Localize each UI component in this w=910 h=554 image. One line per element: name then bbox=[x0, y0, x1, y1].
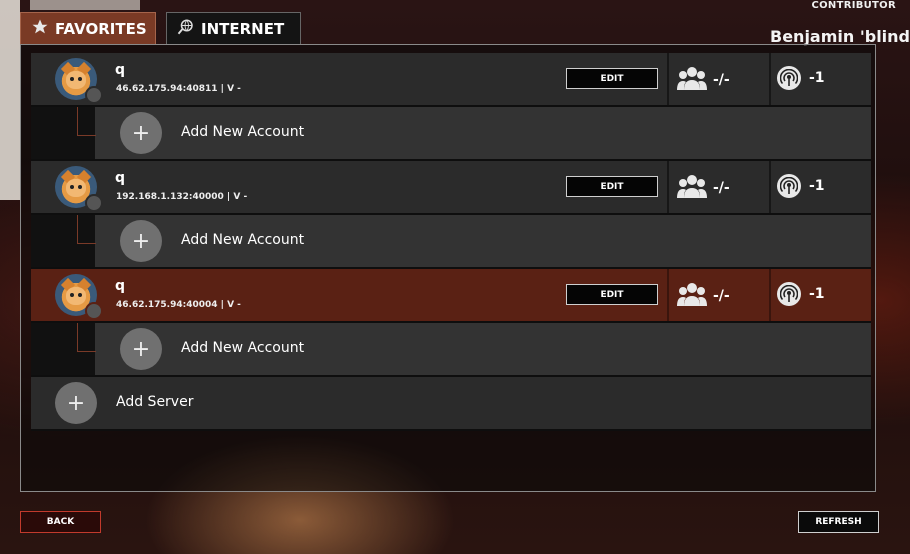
ping-value: -1 bbox=[809, 70, 825, 86]
players-icon bbox=[677, 282, 707, 310]
edit-button[interactable]: EDIT bbox=[566, 68, 658, 89]
status-dot bbox=[85, 194, 103, 212]
divider bbox=[769, 53, 771, 105]
back-button[interactable]: BACK bbox=[20, 511, 101, 533]
server-list-panel: q 46.62.175.94:40811 | V - EDIT -/- -1 +… bbox=[20, 44, 876, 492]
edit-button[interactable]: EDIT bbox=[566, 176, 658, 197]
ping-value: -1 bbox=[809, 178, 825, 194]
add-server-icon[interactable]: + bbox=[55, 382, 97, 424]
player-count: -/- bbox=[677, 66, 730, 94]
tab-favorites[interactable]: FAVORITES bbox=[20, 12, 156, 44]
server-row[interactable]: q 46.62.175.94:40811 | V - EDIT -/- -1 bbox=[31, 53, 871, 107]
background-art-top bbox=[30, 0, 140, 10]
players-value: -/- bbox=[713, 180, 730, 196]
status-dot bbox=[85, 86, 103, 104]
players-icon bbox=[677, 66, 707, 94]
player-count: -/- bbox=[677, 282, 730, 310]
server-name: q bbox=[115, 62, 126, 78]
server-name: q bbox=[115, 170, 126, 186]
add-server-row[interactable]: + Add Server bbox=[31, 377, 871, 431]
server-row-selected[interactable]: q 46.62.175.94:40004 | V - EDIT -/- -1 bbox=[31, 269, 871, 323]
refresh-button[interactable]: REFRESH bbox=[798, 511, 879, 533]
players-icon bbox=[677, 174, 707, 202]
add-account-icon[interactable]: + bbox=[120, 220, 162, 262]
ping: -1 bbox=[777, 174, 825, 198]
star-icon bbox=[31, 18, 49, 40]
add-account-icon[interactable]: + bbox=[120, 328, 162, 370]
server-address: 192.168.1.132:40000 | V - bbox=[116, 192, 248, 202]
signal-icon bbox=[777, 174, 801, 198]
ping-value: -1 bbox=[809, 286, 825, 302]
add-account-label: Add New Account bbox=[181, 340, 305, 356]
tree-connector bbox=[77, 323, 96, 352]
divider bbox=[667, 269, 669, 321]
tree-connector bbox=[77, 107, 96, 136]
tab-internet[interactable]: INTERNET bbox=[166, 12, 301, 44]
tab-internet-label: INTERNET bbox=[201, 19, 285, 38]
tree-connector bbox=[77, 215, 96, 244]
add-account-label: Add New Account bbox=[181, 124, 305, 140]
add-account-row[interactable]: + Add New Account bbox=[31, 107, 871, 161]
player-count: -/- bbox=[677, 174, 730, 202]
signal-icon bbox=[777, 282, 801, 306]
ping: -1 bbox=[777, 66, 825, 90]
divider bbox=[667, 161, 669, 213]
divider bbox=[769, 161, 771, 213]
background-art bbox=[0, 0, 20, 200]
ping: -1 bbox=[777, 282, 825, 306]
players-value: -/- bbox=[713, 288, 730, 304]
signal-icon bbox=[777, 66, 801, 90]
add-account-label: Add New Account bbox=[181, 232, 305, 248]
add-account-row[interactable]: + Add New Account bbox=[31, 323, 871, 377]
divider bbox=[769, 269, 771, 321]
server-address: 46.62.175.94:40004 | V - bbox=[116, 300, 241, 310]
add-account-icon[interactable]: + bbox=[120, 112, 162, 154]
server-address: 46.62.175.94:40811 | V - bbox=[116, 84, 241, 94]
globe-search-icon bbox=[177, 18, 195, 40]
status-dot bbox=[85, 302, 103, 320]
server-name: q bbox=[115, 278, 126, 294]
add-server-label: Add Server bbox=[116, 394, 194, 410]
server-row[interactable]: q 192.168.1.132:40000 | V - EDIT -/- -1 bbox=[31, 161, 871, 215]
add-account-row[interactable]: + Add New Account bbox=[31, 215, 871, 269]
tab-favorites-label: FAVORITES bbox=[55, 19, 147, 38]
role-badge: CONTRIBUTOR bbox=[811, 0, 896, 11]
divider bbox=[667, 53, 669, 105]
server-list: q 46.62.175.94:40811 | V - EDIT -/- -1 +… bbox=[31, 53, 871, 431]
edit-button[interactable]: EDIT bbox=[566, 284, 658, 305]
players-value: -/- bbox=[713, 72, 730, 88]
